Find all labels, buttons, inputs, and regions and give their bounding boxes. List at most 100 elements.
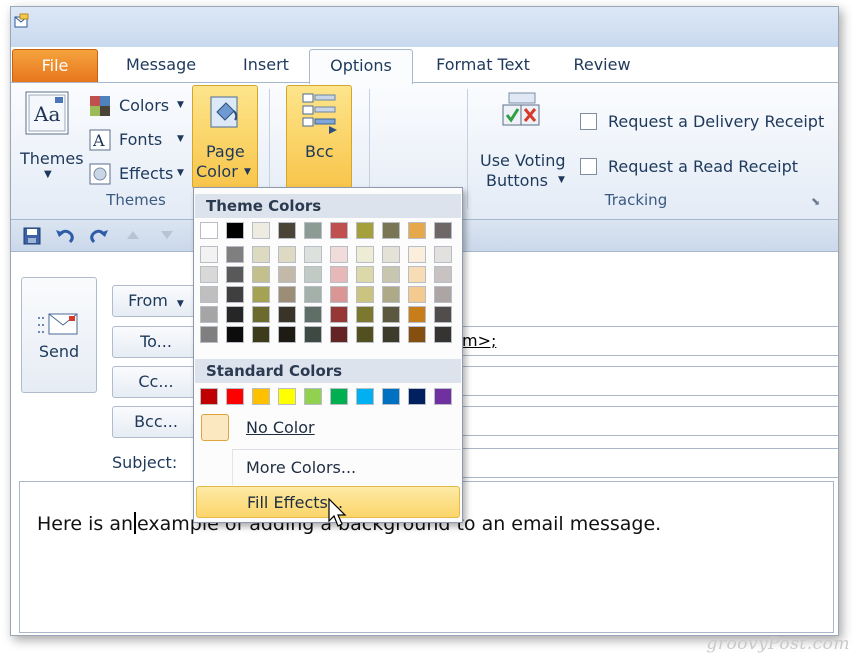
delivery-receipt-checkbox[interactable] [580,113,597,130]
theme-color-swatch[interactable] [226,286,244,303]
theme-color-swatch[interactable] [200,266,218,283]
theme-color-swatch[interactable] [252,222,270,239]
theme-color-swatch[interactable] [434,222,452,239]
theme-color-swatch[interactable] [382,246,400,263]
undo-icon[interactable] [55,227,75,245]
dialog-launcher-icon[interactable]: ⬊ [811,195,823,208]
standard-color-swatch[interactable] [382,388,400,405]
standard-color-swatch[interactable] [304,388,322,405]
theme-color-swatch[interactable] [200,306,218,323]
theme-color-swatch[interactable] [382,266,400,283]
theme-color-swatch[interactable] [330,286,348,303]
theme-color-swatch[interactable] [408,306,426,323]
theme-color-swatch[interactable] [408,286,426,303]
page-color-button[interactable]: Page Color ▼ [192,85,258,189]
theme-color-swatch[interactable] [356,326,374,343]
theme-color-swatch[interactable] [304,222,322,239]
from-button[interactable]: From ▼ [112,285,200,317]
tab-message[interactable]: Message [111,49,211,83]
more-colors-item[interactable]: More Colors... [195,450,461,486]
standard-color-swatch[interactable] [226,388,244,405]
theme-color-swatch[interactable] [434,286,452,303]
theme-color-swatch[interactable] [356,246,374,263]
theme-color-swatch[interactable] [382,286,400,303]
theme-effects-button[interactable]: Effects ▼ [89,161,189,187]
theme-color-swatch[interactable] [356,286,374,303]
theme-color-swatch[interactable] [200,246,218,263]
theme-color-swatch[interactable] [278,306,296,323]
theme-color-swatch[interactable] [408,266,426,283]
to-button[interactable]: To... [112,326,200,358]
tab-insert[interactable]: Insert [221,49,311,83]
outlook-message-icon[interactable] [14,13,30,29]
themes-button[interactable]: Aa Themes ▼ [17,89,84,189]
standard-color-swatch[interactable] [330,388,348,405]
standard-color-swatch[interactable] [408,388,426,405]
tab-review[interactable]: Review [557,49,647,83]
theme-color-swatch[interactable] [252,246,270,263]
theme-color-swatch[interactable] [330,306,348,323]
theme-color-swatch[interactable] [252,306,270,323]
cc-button[interactable]: Cc... [112,366,200,398]
theme-color-swatch[interactable] [304,266,322,283]
theme-color-swatch[interactable] [408,246,426,263]
no-color-item[interactable]: No Color [195,410,461,446]
theme-color-swatch[interactable] [330,222,348,239]
show-bcc-button[interactable]: Bcc [286,85,352,189]
theme-color-swatch[interactable] [278,286,296,303]
theme-color-swatch[interactable] [304,246,322,263]
theme-color-swatch[interactable] [200,222,218,239]
theme-color-swatch[interactable] [408,326,426,343]
tab-file[interactable]: File [12,49,98,83]
theme-color-swatch[interactable] [304,326,322,343]
theme-color-swatch[interactable] [330,326,348,343]
use-voting-buttons-button[interactable]: Use Voting Buttons ▼ [477,89,573,190]
theme-color-swatch[interactable] [304,286,322,303]
standard-color-swatch[interactable] [252,388,270,405]
theme-color-swatch[interactable] [226,222,244,239]
theme-color-swatch[interactable] [434,326,452,343]
theme-color-swatch[interactable] [226,246,244,263]
tab-format-text[interactable]: Format Text [423,49,543,83]
standard-color-swatch[interactable] [200,388,218,405]
theme-color-swatch[interactable] [278,326,296,343]
theme-color-swatch[interactable] [226,306,244,323]
theme-fonts-button[interactable]: A Fonts ▼ [89,127,189,153]
standard-color-swatch[interactable] [434,388,452,405]
tab-options[interactable]: Options [309,49,413,84]
theme-color-swatch[interactable] [226,326,244,343]
redo-icon[interactable] [89,227,109,245]
theme-color-swatch[interactable] [226,266,244,283]
theme-color-swatch[interactable] [434,306,452,323]
theme-color-swatch[interactable] [252,266,270,283]
theme-color-swatch[interactable] [278,246,296,263]
theme-color-swatch[interactable] [200,286,218,303]
theme-color-swatch[interactable] [252,286,270,303]
read-receipt-checkbox[interactable] [580,158,597,175]
theme-color-swatch[interactable] [304,306,322,323]
theme-color-swatch[interactable] [382,222,400,239]
standard-color-swatch[interactable] [278,388,296,405]
theme-color-swatch[interactable] [252,326,270,343]
theme-color-swatch[interactable] [356,266,374,283]
theme-color-swatch[interactable] [200,326,218,343]
theme-color-swatch[interactable] [356,306,374,323]
theme-colors-button[interactable]: Colors ▼ [89,93,189,119]
to-recipient-link[interactable]: m>; [462,331,496,350]
theme-color-swatch[interactable] [356,222,374,239]
standard-color-swatch[interactable] [356,388,374,405]
read-receipt-label[interactable]: Request a Read Receipt [608,157,798,176]
theme-color-swatch[interactable] [330,266,348,283]
theme-color-swatch[interactable] [278,222,296,239]
theme-color-swatch[interactable] [434,246,452,263]
theme-color-swatch[interactable] [278,266,296,283]
save-icon[interactable] [23,227,41,245]
theme-color-swatch[interactable] [434,266,452,283]
theme-color-swatch[interactable] [330,246,348,263]
theme-color-swatch[interactable] [382,326,400,343]
theme-color-swatch[interactable] [382,306,400,323]
delivery-receipt-label[interactable]: Request a Delivery Receipt [608,112,824,131]
send-button[interactable]: Send [21,277,97,393]
bcc-field-button[interactable]: Bcc... [112,406,200,438]
theme-color-swatch[interactable] [408,222,426,239]
